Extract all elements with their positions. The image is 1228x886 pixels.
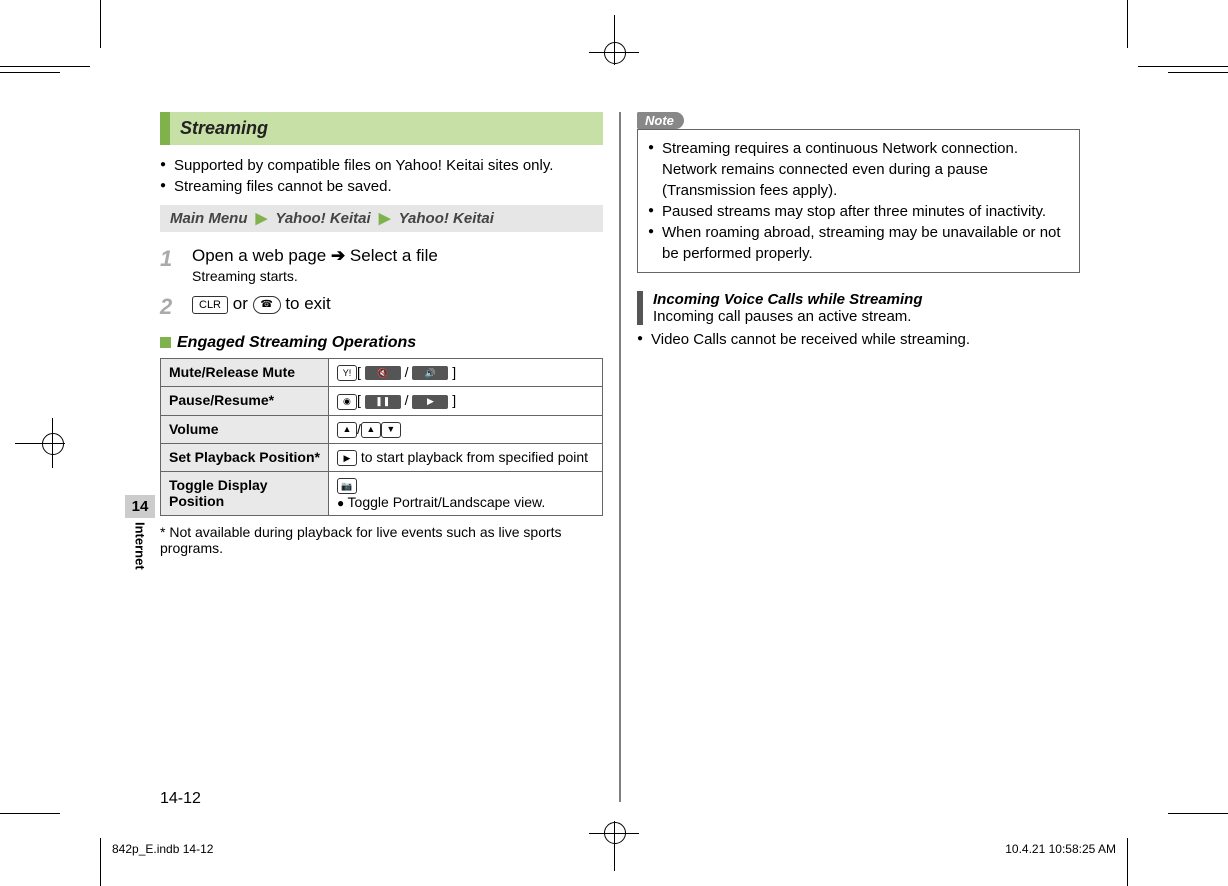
intro-bullet: Streaming files cannot be saved. <box>160 176 603 197</box>
chevron-icon: ▶ <box>256 210 268 227</box>
softkey-icon: Y! <box>337 365 357 381</box>
crop-mark <box>1127 838 1128 886</box>
step-text: Select a file <box>350 246 438 265</box>
nav-up-icon: ▲ <box>337 422 357 438</box>
note-item: When roaming abroad, streaming may be un… <box>648 222 1069 264</box>
table-row: Set Playback Position* ▶ to start playba… <box>161 443 603 471</box>
note-item: Streaming requires a continuous Network … <box>648 138 1069 201</box>
table-row: Mute/Release Mute Y![ 🔇 / 🔊 ] <box>161 359 603 387</box>
mute-icon: 🔇 <box>365 366 401 380</box>
left-column: Streaming Supported by compatible files … <box>160 112 603 802</box>
table-row: Volume ▲/▲▼ <box>161 415 603 443</box>
camera-key-icon: 📷 <box>337 478 357 494</box>
op-value: 📷 ● Toggle Portrait/Landscape view. <box>328 472 602 516</box>
center-key-icon: ◉ <box>337 394 357 410</box>
step-text: to exit <box>285 294 330 313</box>
op-value: Y![ 🔇 / 🔊 ] <box>328 359 602 387</box>
speaker-icon: 🔊 <box>412 366 448 380</box>
menu-path-item: Yahoo! Keitai <box>275 210 370 227</box>
op-label: Set Playback Position* <box>161 443 329 471</box>
column-divider <box>620 112 621 802</box>
crop-mark <box>0 72 60 73</box>
side-up-icon: ▲ <box>361 422 381 438</box>
arrow-icon: ➔ <box>331 246 350 265</box>
side-down-icon: ▼ <box>381 422 401 438</box>
right-column: Note Streaming requires a continuous Net… <box>637 112 1080 802</box>
crop-mark <box>0 66 90 67</box>
incoming-calls-section: Incoming Voice Calls while Streaming Inc… <box>637 291 1080 325</box>
footer-filename: 842p_E.indb 14-12 <box>112 842 213 856</box>
step-number: 2 <box>160 294 178 320</box>
chapter-number: 14 <box>125 495 155 518</box>
streaming-intro-list: Supported by compatible files on Yahoo! … <box>160 155 603 197</box>
note-item: Paused streams may stop after three minu… <box>648 201 1069 222</box>
chapter-tab: 14 Internet <box>125 495 155 570</box>
step-1: 1 Open a web page ➔ Select a file Stream… <box>160 246 603 284</box>
table-row: Pause/Resume* ◉[ ❚❚ / ▶ ] <box>161 387 603 415</box>
operations-table: Mute/Release Mute Y![ 🔇 / 🔊 ] Pause/Resu… <box>160 358 603 516</box>
chapter-label: Internet <box>133 522 148 570</box>
op-label: Pause/Resume* <box>161 387 329 415</box>
end-key-icon: ☎ <box>253 296 281 314</box>
op-desc: Toggle Portrait/Landscape view. <box>348 494 546 510</box>
menu-path-item: Yahoo! Keitai <box>399 210 494 227</box>
op-label: Toggle Display Position <box>161 472 329 516</box>
crop-mark <box>1168 813 1228 814</box>
nav-right-icon: ▶ <box>337 450 357 466</box>
incoming-title: Incoming Voice Calls while Streaming <box>653 291 1080 308</box>
table-row: Toggle Display Position 📷 ● Toggle Portr… <box>161 472 603 516</box>
section-heading-streaming: Streaming <box>160 112 603 145</box>
footer-timestamp: 10.4.21 10:58:25 AM <box>1005 842 1116 856</box>
crop-mark <box>1138 66 1228 67</box>
note-box: Streaming requires a continuous Network … <box>637 129 1080 273</box>
crop-mark <box>0 813 60 814</box>
step-number: 1 <box>160 246 178 284</box>
incoming-sub: Incoming call pauses an active stream. <box>653 308 1080 325</box>
clr-key-icon: CLR <box>192 296 228 314</box>
op-value: ◉[ ❚❚ / ▶ ] <box>328 387 602 415</box>
menu-path: Main Menu ▶ Yahoo! Keitai ▶ Yahoo! Keita… <box>160 205 603 232</box>
step-text: Open a web page <box>192 246 326 265</box>
step-text: or <box>233 294 253 313</box>
play-icon: ▶ <box>412 395 448 409</box>
crop-mark <box>1127 0 1128 48</box>
pause-icon: ❚❚ <box>365 395 401 409</box>
op-label: Volume <box>161 415 329 443</box>
op-label: Mute/Release Mute <box>161 359 329 387</box>
square-bullet-icon <box>160 337 171 348</box>
step-subtext: Streaming starts. <box>192 268 603 284</box>
op-desc: to start playback from specified point <box>361 449 588 465</box>
step-2: 2 CLR or ☎ to exit <box>160 294 603 320</box>
op-value: ▶ to start playback from specified point <box>328 443 602 471</box>
page-number: 14-12 <box>160 790 201 808</box>
incoming-bullet: Video Calls cannot be received while str… <box>637 329 1080 350</box>
crop-mark <box>100 0 101 48</box>
op-value: ▲/▲▼ <box>328 415 602 443</box>
chevron-icon: ▶ <box>379 210 391 227</box>
operations-subheading: Engaged Streaming Operations <box>160 334 603 352</box>
note-heading: Note <box>637 112 684 129</box>
menu-path-item: Main Menu <box>170 210 248 227</box>
intro-bullet: Supported by compatible files on Yahoo! … <box>160 155 603 176</box>
crop-mark <box>1168 72 1228 73</box>
crop-mark <box>100 838 101 886</box>
steps-list: 1 Open a web page ➔ Select a file Stream… <box>160 246 603 320</box>
table-footnote: * Not available during playback for live… <box>160 524 603 556</box>
incoming-bullets: Video Calls cannot be received while str… <box>637 329 1080 350</box>
